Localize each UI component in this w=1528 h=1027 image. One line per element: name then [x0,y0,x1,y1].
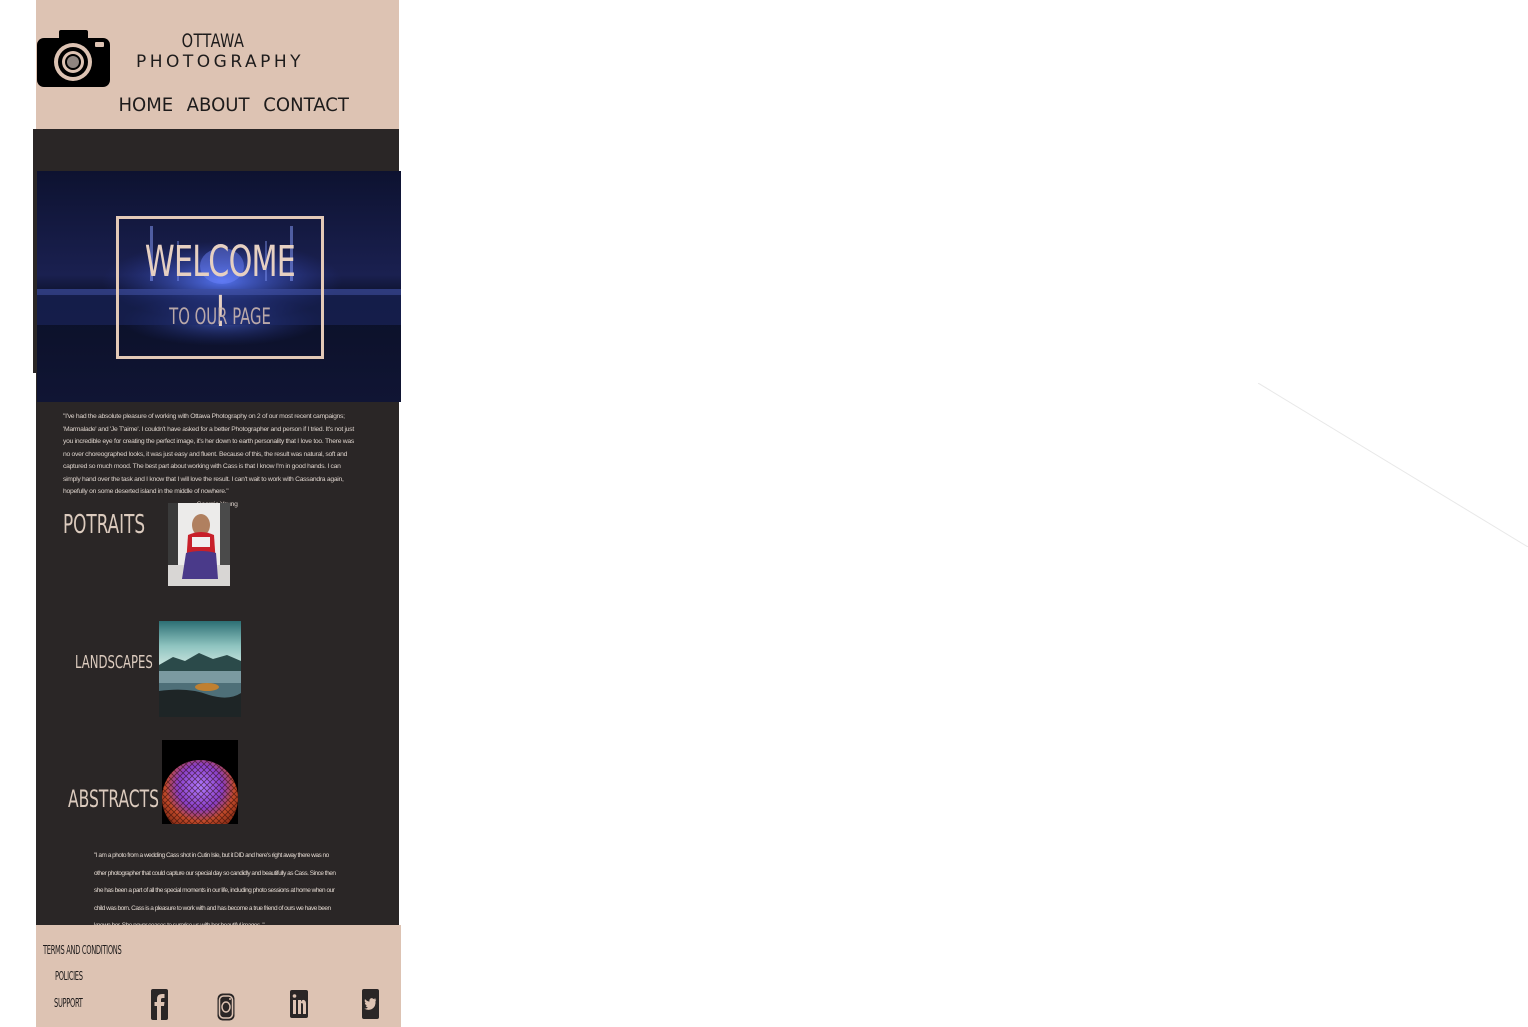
nav-home[interactable]: HOME [118,94,173,116]
left-edge-strip [33,129,36,373]
terms-link[interactable]: TERMS AND CONDITIONS [43,943,122,957]
twitter-icon[interactable] [362,989,379,1024]
nav-about[interactable]: ABOUT [186,94,249,116]
abstracts-thumbnail[interactable] [162,740,238,824]
site-footer: TERMS AND CONDITIONS POLICIES SUPPORT [36,925,401,1027]
page-column: OTTAWA PHOTOGRAPHY HOME ABOUT CONTACT WE… [33,0,401,1027]
category-abstracts-label[interactable]: ABSTRACTS [68,785,159,813]
policies-link[interactable]: POLICIES [55,969,83,983]
linkedin-icon[interactable] [290,990,308,1023]
nav-contact[interactable]: CONTACT [263,94,349,116]
main-nav: HOME ABOUT CONTACT [117,94,351,116]
testimonial-top: "I've had the absolute pleasure of worki… [63,411,356,511]
hero-subtitle: TO OUR PAGE [169,305,271,330]
brand-name-line1: OTTAWA [181,30,245,52]
facebook-icon[interactable] [151,989,168,1025]
camera-icon[interactable] [37,30,110,87]
hero-banner: WELCOME ! TO OUR PAGE [37,171,401,402]
category-landscapes-label[interactable]: LANDSCAPES [75,652,153,673]
support-link[interactable]: SUPPORT [54,996,83,1010]
potraits-thumbnail[interactable] [168,503,230,586]
hero-frame: WELCOME ! TO OUR PAGE [116,216,324,359]
category-potraits-label[interactable]: POTRAITS [63,510,145,540]
landscapes-thumbnail[interactable] [159,621,241,717]
testimonial-top-text: "I've had the absolute pleasure of worki… [63,413,354,495]
testimonial-bottom: "I am a photo from a wedding Cass shot i… [94,852,336,929]
decorative-line [1258,383,1528,547]
instagram-icon[interactable] [217,992,235,1027]
site-header: OTTAWA PHOTOGRAPHY HOME ABOUT CONTACT [36,0,399,129]
brand-name-line2: PHOTOGRAPHY [136,52,305,72]
